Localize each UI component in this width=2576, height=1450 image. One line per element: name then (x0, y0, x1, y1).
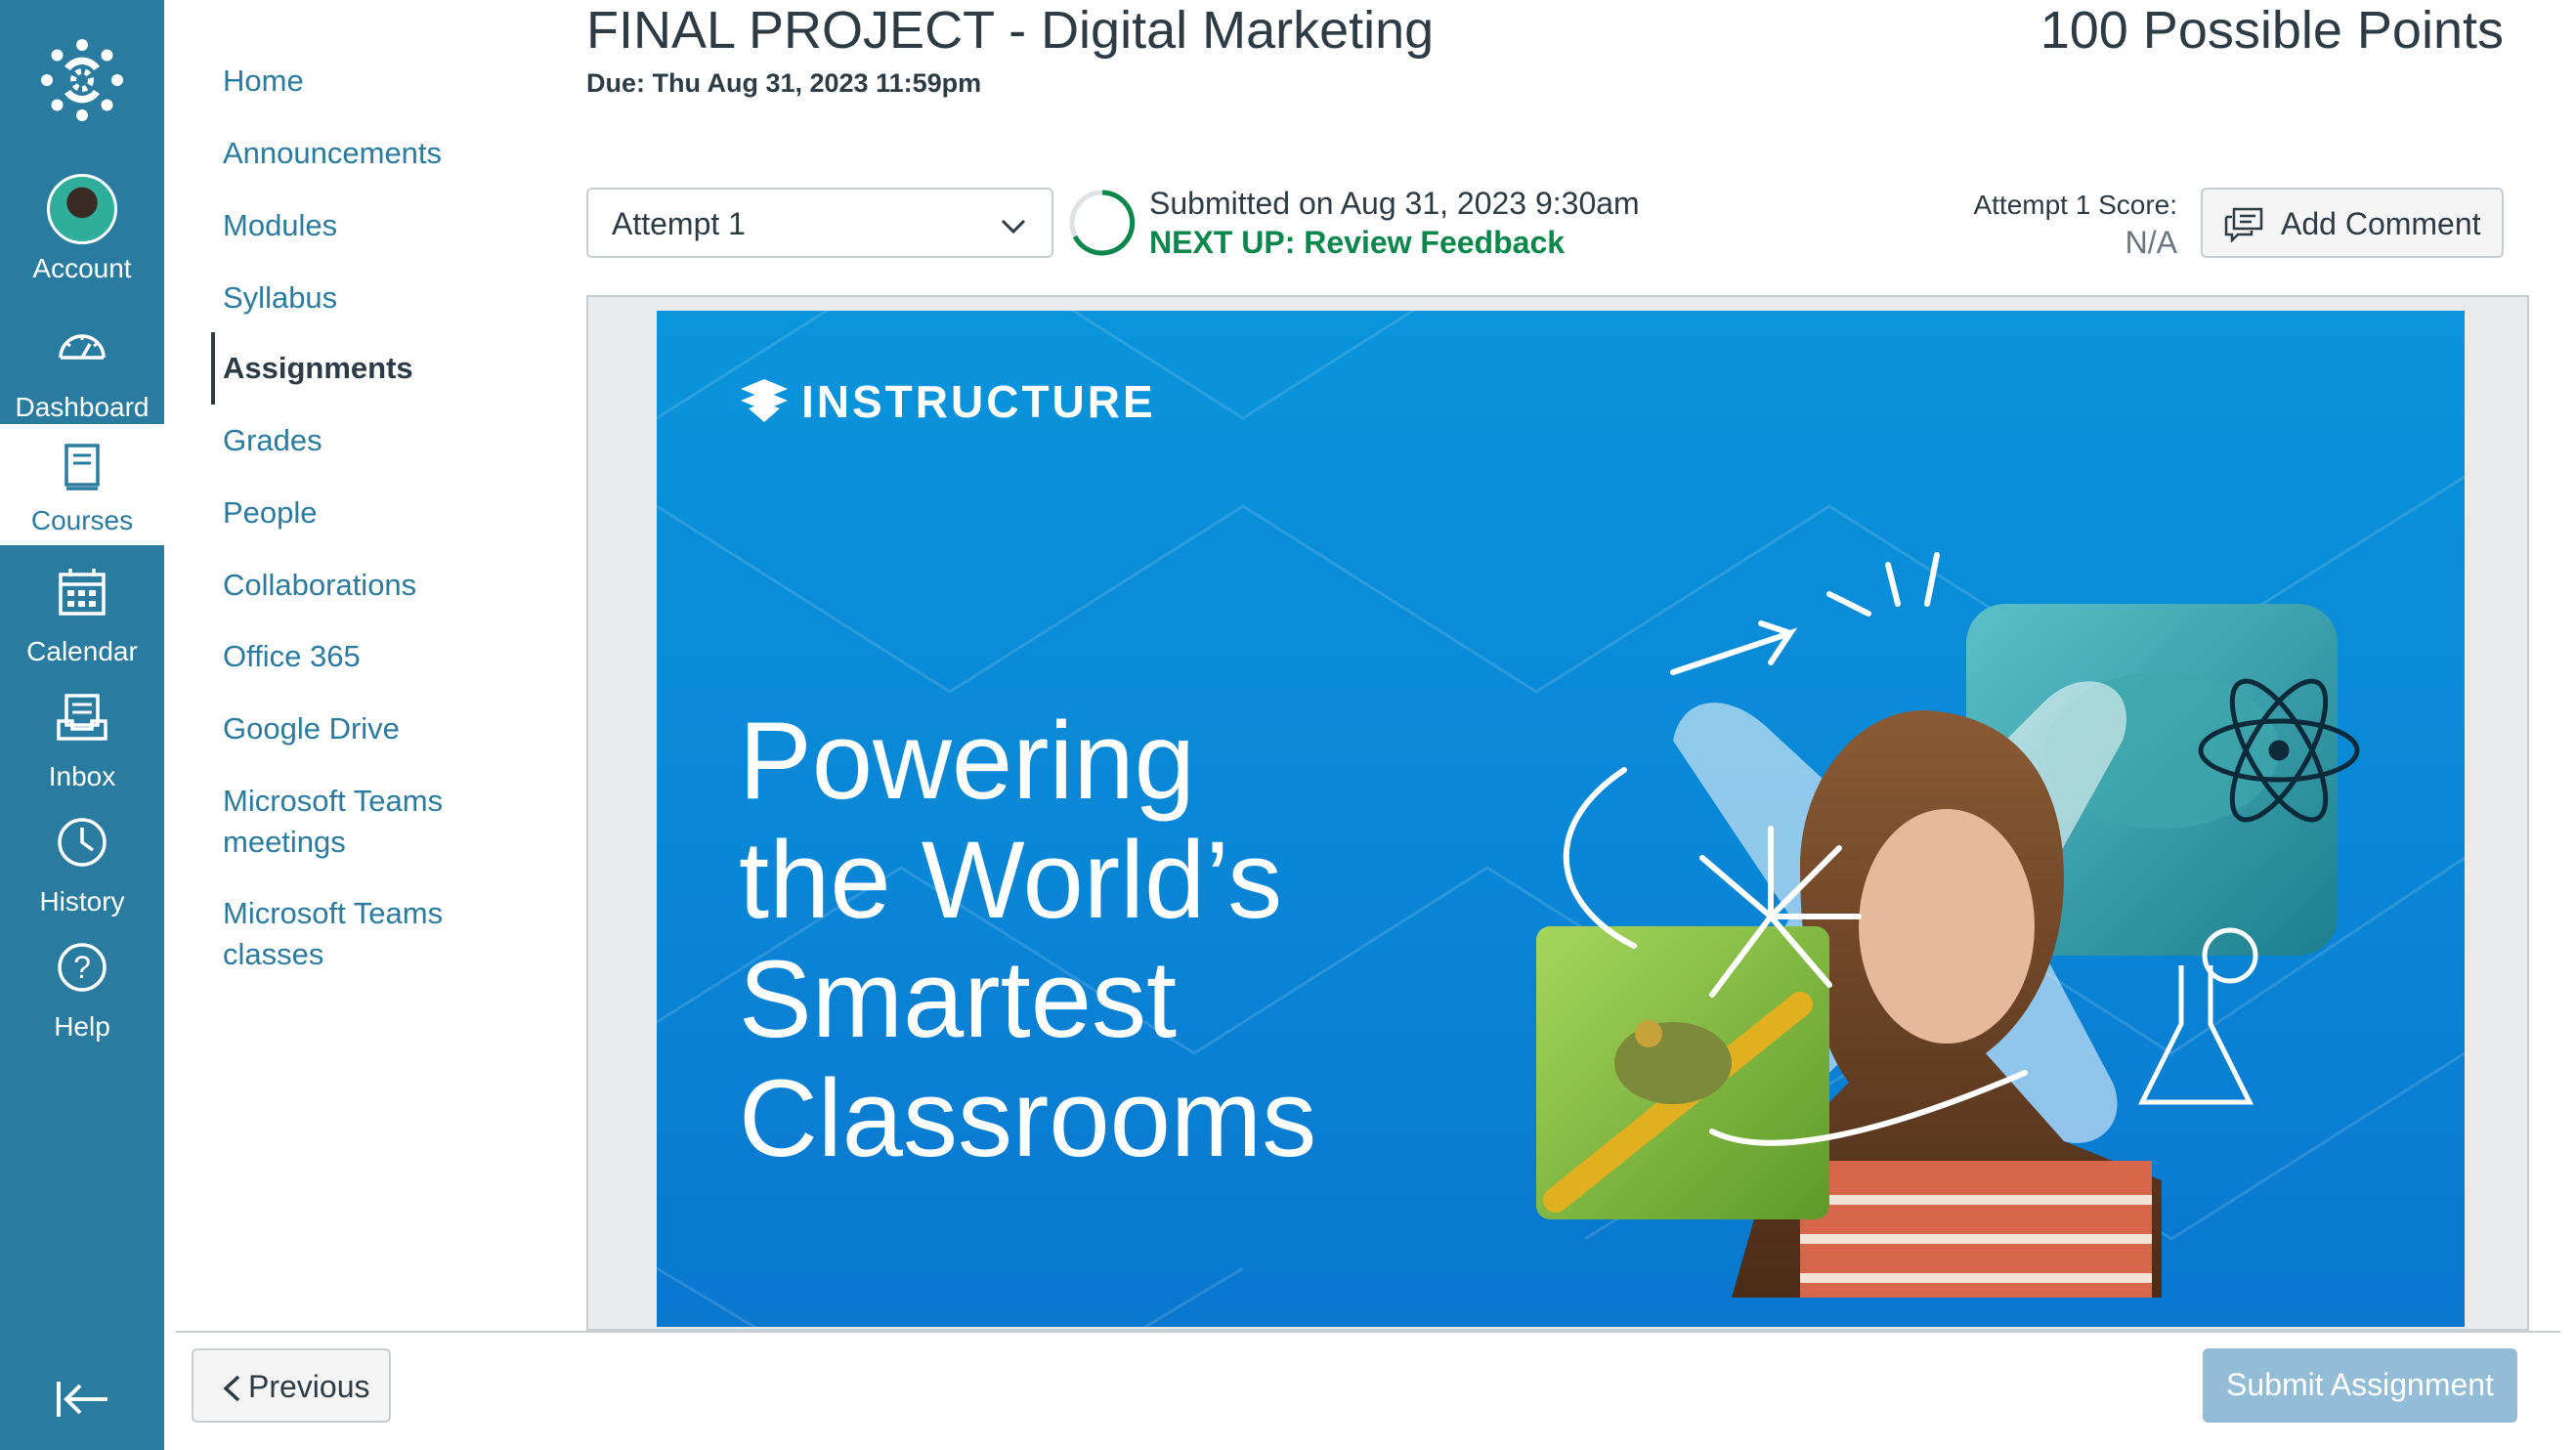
next-up-link[interactable]: NEXT UP: Review Feedback (1149, 225, 1565, 261)
inbox-icon (57, 694, 107, 741)
nav-dashboard-label: Dashboard (15, 392, 150, 422)
clock-icon (58, 818, 107, 867)
possible-points: 100 Possible Points (2039, 1, 2504, 60)
courses-icon (64, 444, 100, 490)
due-date: Due: Thu Aug 31, 2023 11:59pm (586, 68, 982, 98)
nav-history[interactable]: History (0, 807, 164, 926)
previous-label: Previous (248, 1369, 370, 1404)
canvas-logo-icon[interactable] (39, 37, 125, 123)
headline-line-4: Classrooms (739, 1057, 1317, 1179)
course-nav-home[interactable]: Home (223, 61, 555, 102)
submission-progress-icon (1069, 190, 1136, 256)
submit-assignment-button[interactable]: Submit Assignment (2203, 1348, 2517, 1423)
nav-courses-label: Courses (30, 505, 134, 535)
submission-preview[interactable]: INSTRUCTURE Powering the World’s Smartes… (586, 295, 2529, 1331)
nav-dashboard[interactable]: Dashboard (0, 313, 164, 432)
headline-line-3: Smartest (739, 938, 1178, 1060)
attempt-select[interactable]: Attempt 1 (586, 188, 1053, 258)
chevron-left-icon (223, 1375, 240, 1402)
course-nav-modules[interactable]: Modules (223, 205, 555, 246)
nav-calendar[interactable]: Calendar (0, 557, 164, 676)
instructure-logo-icon (741, 379, 788, 422)
active-indicator (211, 332, 215, 405)
nav-inbox[interactable]: Inbox (0, 682, 164, 801)
nav-inbox-label: Inbox (48, 761, 116, 791)
nav-help-label: Help (54, 1011, 110, 1042)
attempt-score-label: Attempt 1 Score: (1973, 190, 2177, 220)
previous-button[interactable]: Previous (192, 1348, 391, 1423)
dashboard-icon (59, 334, 106, 360)
nav-help[interactable]: ? Help (0, 932, 164, 1051)
attempt-score-value: N/A (2125, 225, 2177, 260)
chevron-down-icon (1001, 219, 1026, 235)
course-nav-teams-classes[interactable]: Microsoft Teams classes (223, 893, 487, 975)
submitted-status: Submitted on Aug 31, 2023 9:30am (1149, 186, 1640, 221)
attempt-select-value: Attempt 1 (612, 206, 746, 241)
headline-line-1: Powering (739, 700, 1195, 822)
calendar-icon (59, 569, 106, 616)
help-icon: ? (58, 943, 107, 992)
course-nav-people[interactable]: People (223, 492, 555, 533)
course-nav-grades[interactable]: Grades (223, 420, 555, 461)
nav-account-label: Account (32, 253, 132, 283)
add-comment-label: Add Comment (2281, 206, 2481, 241)
course-nav-collaborations[interactable]: Collaborations (223, 565, 555, 606)
submission-image: INSTRUCTURE Powering the World’s Smartes… (657, 311, 2465, 1327)
app-window: Account Dashboard Courses Calendar Inbox… (0, 0, 2576, 1450)
brand-name: INSTRUCTURE (801, 376, 1156, 427)
nav-calendar-label: Calendar (26, 636, 138, 666)
headline-line-2: the World’s (739, 819, 1283, 941)
submit-assignment-label: Submit Assignment (2226, 1367, 2494, 1402)
collapse-nav-icon[interactable] (51, 1368, 113, 1430)
comment-icon (2224, 207, 2263, 242)
footer-divider (176, 1331, 2560, 1333)
course-nav-announcements[interactable]: Announcements (223, 133, 555, 174)
add-comment-button[interactable]: Add Comment (2201, 188, 2504, 258)
svg-text:?: ? (73, 950, 91, 985)
course-nav-teams-meetings[interactable]: Microsoft Teams meetings (223, 781, 487, 863)
course-nav-google-drive[interactable]: Google Drive (223, 708, 555, 749)
nav-courses[interactable]: Courses (0, 424, 164, 545)
hero-illustration (1536, 552, 2360, 1298)
nav-history-label: History (39, 886, 125, 917)
banner-headline: Powering the World’s Smartest Classrooms (739, 702, 1442, 1178)
global-navigation: Account Dashboard Courses Calendar Inbox… (0, 0, 164, 1450)
course-nav-assignments[interactable]: Assignments (223, 348, 555, 389)
course-navigation: Home Announcements Modules Syllabus Assi… (164, 0, 575, 1329)
course-nav-office-365[interactable]: Office 365 (223, 636, 555, 677)
avatar (47, 174, 117, 244)
course-nav-syllabus[interactable]: Syllabus (223, 277, 555, 319)
assignment-title: FINAL PROJECT - Digital Marketing (586, 1, 1435, 60)
nav-account[interactable]: Account (0, 174, 164, 293)
